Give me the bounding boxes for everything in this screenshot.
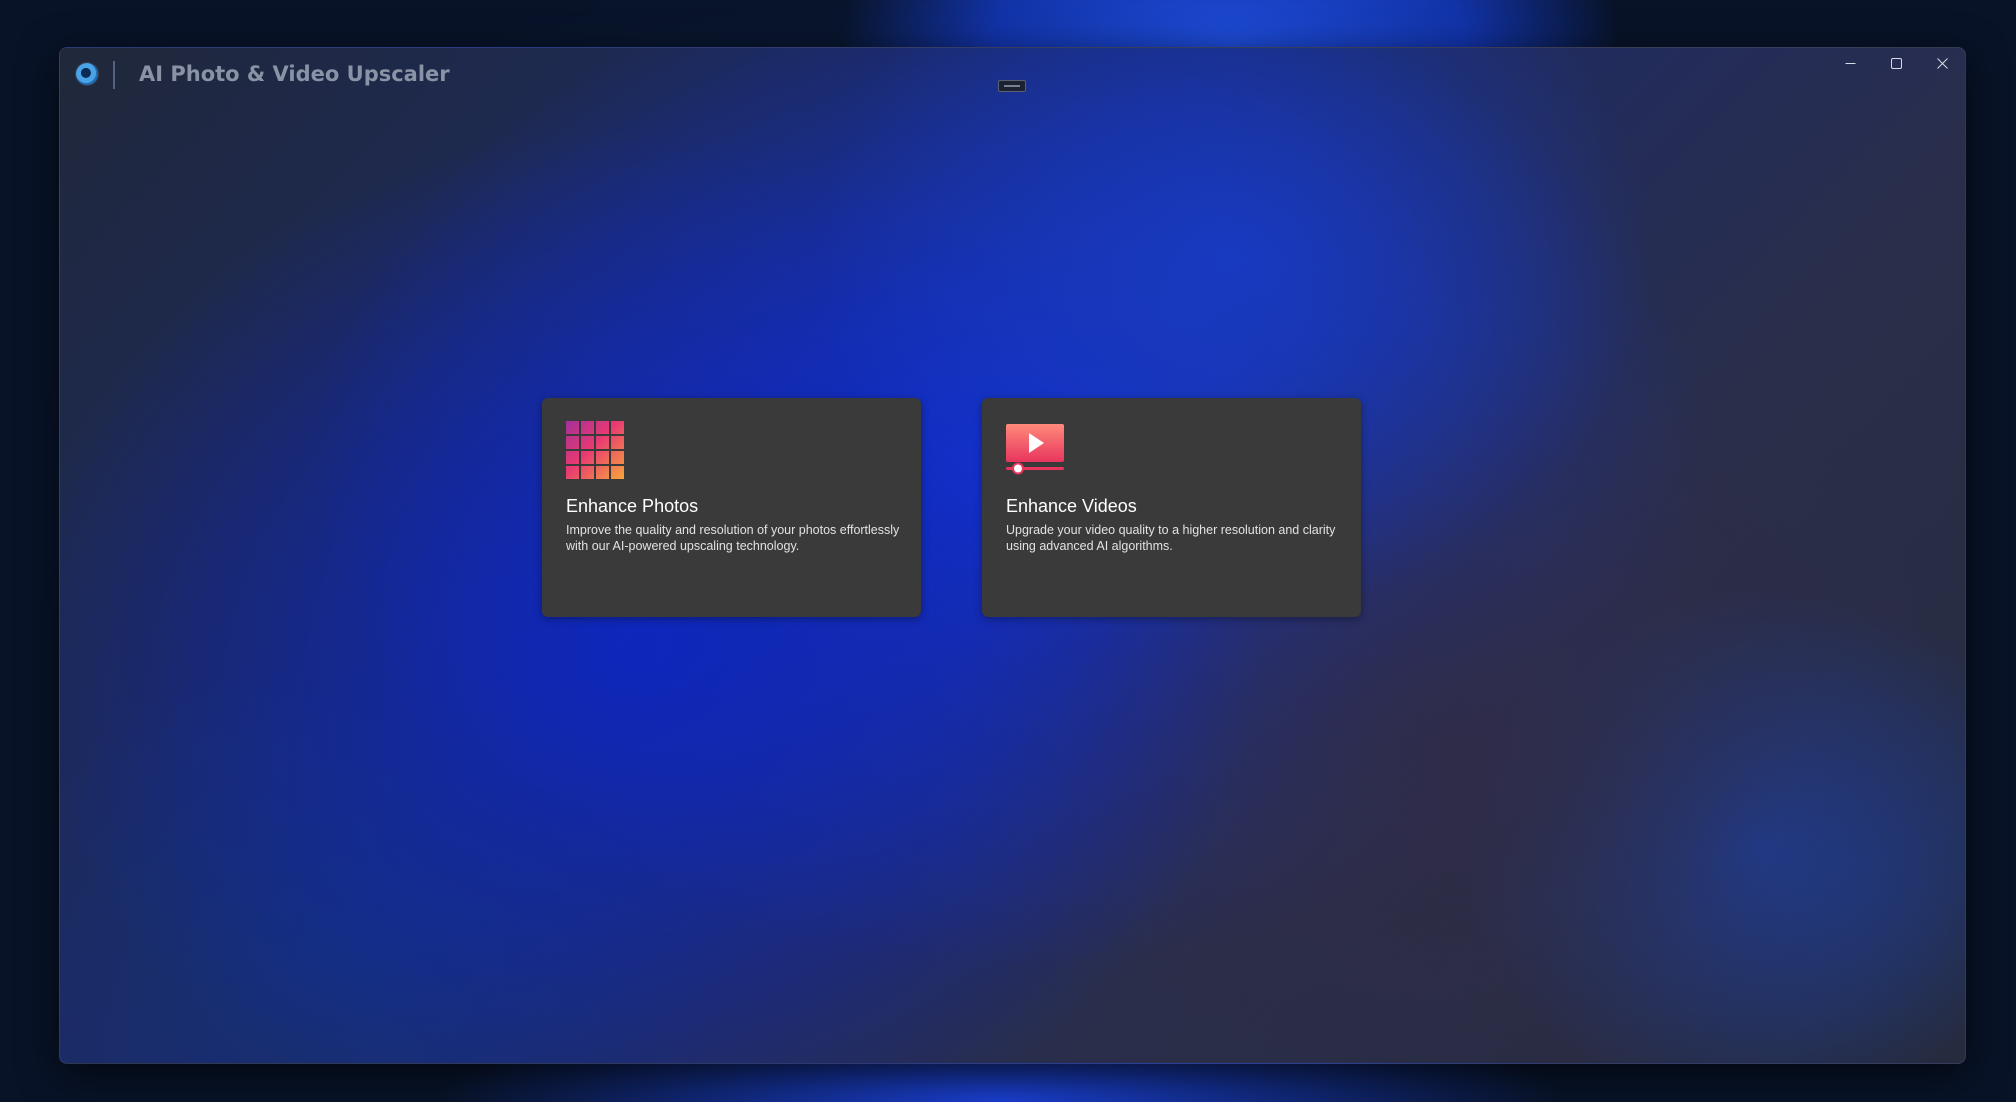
minimize-button[interactable] bbox=[1827, 48, 1873, 78]
window-controls bbox=[1827, 48, 1965, 78]
title-bar[interactable]: AI Photo & Video Upscaler bbox=[60, 48, 1965, 104]
enhance-photos-description: Improve the quality and resolution of yo… bbox=[566, 523, 900, 553]
app-title: AI Photo & Video Upscaler bbox=[139, 62, 450, 86]
enhance-videos-description: Upgrade your video quality to a higher r… bbox=[1006, 523, 1336, 553]
minimize-icon bbox=[1845, 62, 1855, 64]
enhance-videos-title: Enhance Videos bbox=[1006, 496, 1137, 516]
enhance-videos-card[interactable]: Enhance Videos Upgrade your video qualit… bbox=[982, 398, 1361, 617]
enhance-photos-title: Enhance Photos bbox=[566, 496, 699, 516]
close-button[interactable] bbox=[1919, 48, 1965, 78]
app-logo-icon bbox=[76, 63, 98, 85]
maximize-icon bbox=[1890, 57, 1902, 69]
drag-handle-icon[interactable] bbox=[998, 80, 1026, 92]
video-player-icon bbox=[1006, 424, 1064, 475]
close-icon bbox=[1936, 57, 1948, 69]
photo-grid-icon bbox=[566, 421, 624, 479]
maximize-button[interactable] bbox=[1873, 48, 1919, 78]
title-separator bbox=[113, 61, 115, 89]
enhance-photos-card[interactable]: Enhance Photos Improve the quality and r… bbox=[542, 398, 921, 617]
